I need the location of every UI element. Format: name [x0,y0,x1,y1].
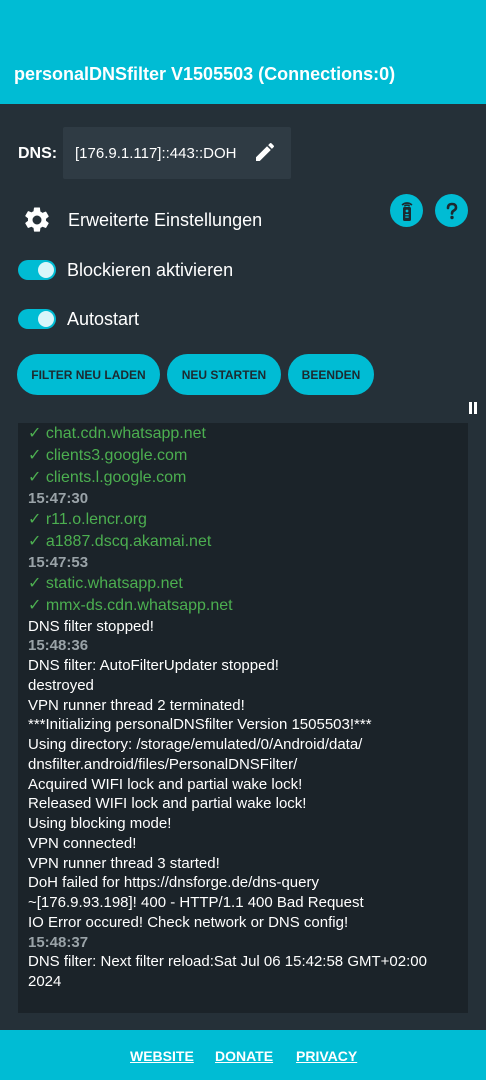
log-line: 2024 [28,973,62,990]
dns-label: DNS: [18,145,58,162]
log-line: dnsfilter.android/files/PersonalDNSFilte… [28,755,298,773]
donate-link[interactable]: DONATE [215,1048,273,1064]
log-timestamp: 15:47:30 [28,490,89,507]
help-icon [446,202,457,219]
remote-icon [401,201,412,221]
help-button[interactable] [435,194,468,227]
log-line: Released WIFI lock and partial wake lock… [28,795,307,813]
log-timestamp: 15:48:37 [28,933,89,951]
log-line: ✓ chat.cdn.whatsapp.net [28,425,206,442]
block-label: Blockieren aktivieren [67,259,234,280]
privacy-link[interactable]: PRIVACY [296,1048,357,1064]
stop-button[interactable]: BEENDEN [288,354,374,395]
log-line: ✓ a1887.dscq.akamai.net [28,532,212,550]
log-line: ✓ clients.l.google.com [28,469,187,486]
restart-button[interactable]: NEU STARTEN [167,354,281,395]
edit-icon[interactable] [253,140,277,164]
log-timestamp: 15:48:36 [28,637,89,655]
advanced-settings-row[interactable]: Erweiterte Einstellungen [18,205,262,235]
log-line: DNS filter: Next filter reload:Sat Jul 0… [28,953,427,971]
remote-button[interactable] [390,194,423,227]
log-timestamp: 15:47:53 [28,553,89,571]
dns-field[interactable]: [176.9.1.117]::443::DOH [63,127,291,179]
app-title: personalDNSfilter V1505503 (Connections:… [14,64,396,84]
log-line: VPN connected! [28,834,137,852]
block-row[interactable]: Blockieren aktivieren [18,255,233,285]
log-line: DoH failed for https://dnsforge.de/dns-q… [28,874,319,892]
log-line: VPN runner thread 2 terminated! [28,696,245,714]
log-line: VPN runner thread 3 started! [28,854,220,872]
log-line: ✓ static.whatsapp.net [28,574,183,592]
log-line: DNS filter stopped! [28,617,154,635]
website-link[interactable]: WEBSITE [130,1048,194,1064]
autostart-label: Autostart [67,308,140,329]
log-line: Using blocking mode! [28,815,172,832]
gear-icon [25,207,49,232]
log-line: ***Initializing personalDNSfilter Versio… [28,716,372,734]
block-toggle[interactable] [18,260,56,280]
log-line: Using directory: /storage/emulated/0/And… [28,736,363,753]
log-line: ✓ r11.o.lencr.org [28,510,147,528]
reload-filter-button[interactable]: FILTER NEU LADEN [17,354,160,395]
footer: WEBSITE DONATE PRIVACY [0,1030,486,1080]
pause-icon[interactable] [468,402,478,416]
log-console[interactable]: ✓ chat.cdn.whatsapp.net ✓ clients3.google… [18,423,468,1013]
log-line: ~[176.9.93.198]! 400 - HTTP/1.1 400 Bad … [28,894,364,911]
log-line: destroyed [28,676,94,694]
log-line: ✓ mmx-ds.cdn.whatsapp.net [28,596,233,614]
log-line: ✓ clients3.google.com [28,447,188,464]
app-header: personalDNSfilter V1505503 (Connections:… [0,0,486,104]
autostart-toggle[interactable] [18,309,56,329]
log-line: IO Error occured! Check network or DNS c… [28,913,349,931]
log-line: DNS filter: AutoFilterUpdater stopped! [28,657,279,674]
advanced-settings-label: Erweiterte Einstellungen [68,209,263,230]
log-line: Acquired WIFI lock and partial wake lock… [28,775,303,793]
dns-value: [176.9.1.117]::443::DOH [75,145,237,162]
autostart-row[interactable]: Autostart [18,304,139,334]
